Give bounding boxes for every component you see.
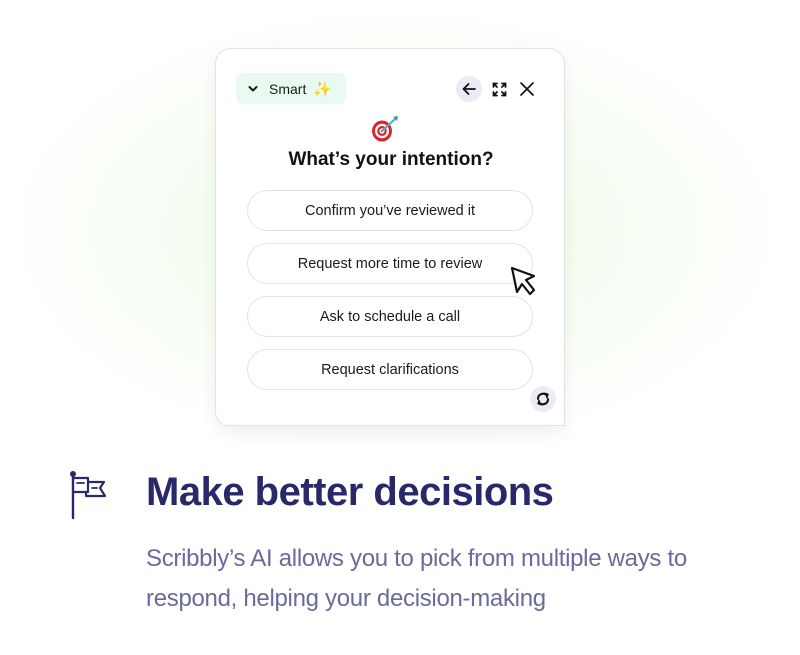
target-icon: [372, 116, 398, 142]
option-request-clarifications[interactable]: Request clarifications: [247, 349, 533, 390]
option-confirm-reviewed[interactable]: Confirm you’ve reviewed it: [247, 190, 533, 231]
feature-description: Scribbly’s AI allows you to pick from mu…: [146, 545, 687, 612]
arrow-left-icon: [462, 83, 476, 95]
close-button[interactable]: [514, 76, 540, 102]
close-icon: [520, 82, 534, 96]
flag-icon: [70, 471, 107, 520]
mouse-pointer-icon: [510, 266, 536, 296]
expand-button[interactable]: [486, 76, 512, 102]
feature-headline: Make better decisions: [146, 470, 554, 514]
refresh-button[interactable]: [530, 386, 556, 412]
mode-selector[interactable]: Smart ✨: [236, 73, 346, 104]
intention-title: What’s your intention?: [288, 149, 494, 170]
intention-widget: Smart ✨ What’s your intention? Confirm y…: [215, 48, 565, 426]
mode-label: Smart: [269, 80, 307, 97]
option-request-more-time[interactable]: Request more time to review: [247, 243, 533, 284]
option-schedule-call[interactable]: Ask to schedule a call: [247, 296, 533, 337]
refresh-icon: [537, 392, 549, 406]
expand-icon: [492, 82, 506, 96]
chevron-down-icon: [248, 85, 258, 91]
back-button[interactable]: [456, 76, 482, 102]
sparkle-icon: ✨: [313, 80, 333, 98]
